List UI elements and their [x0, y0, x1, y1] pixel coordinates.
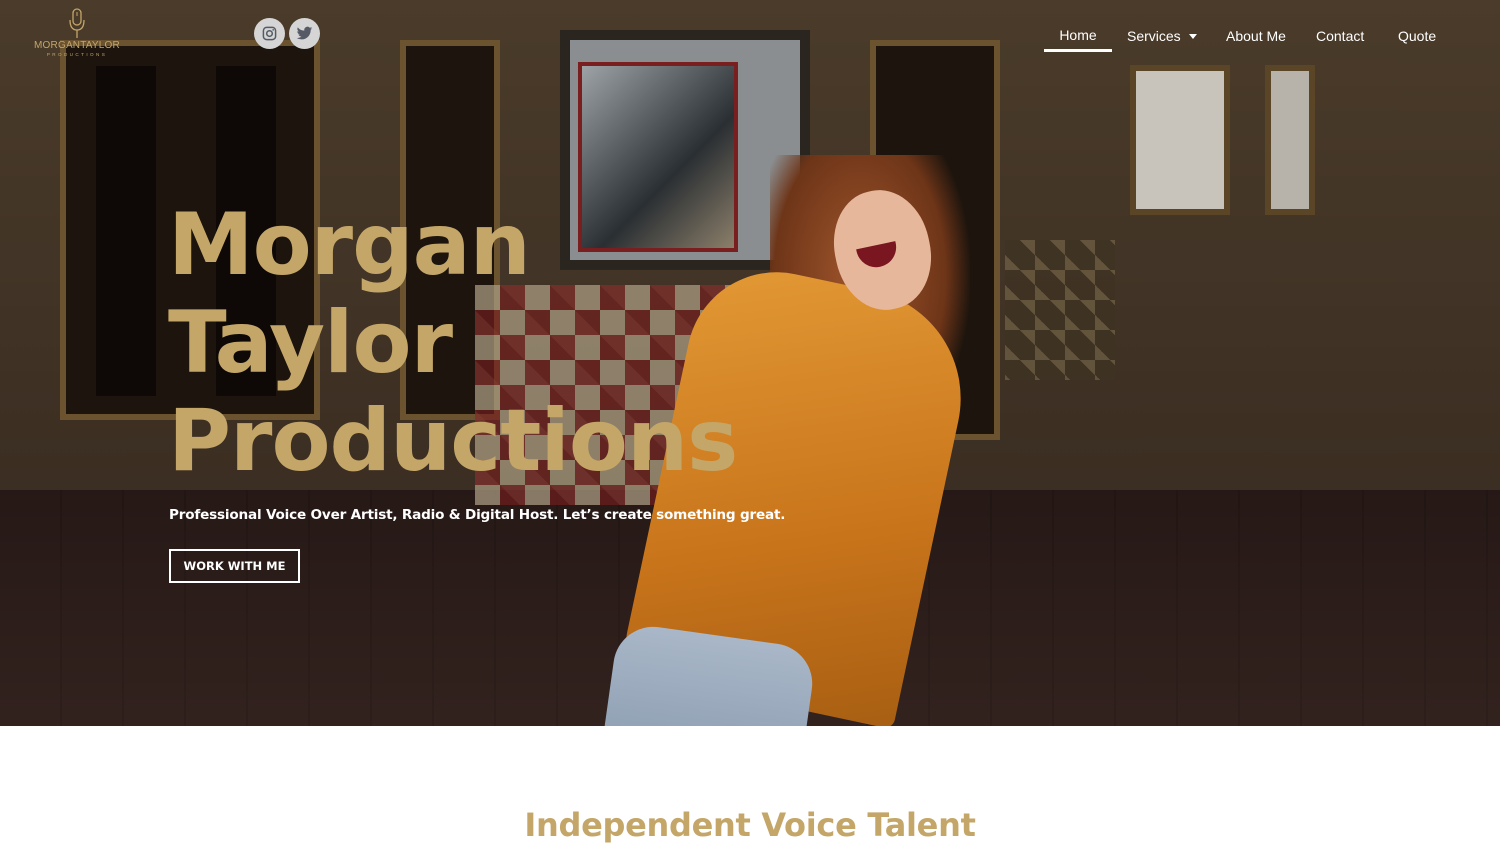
hero-title-line: Productions [168, 391, 738, 491]
nav-services[interactable]: Services [1127, 20, 1197, 52]
background-tiles-right [1005, 240, 1115, 380]
site-logo[interactable]: MORGANTAYLOR PRODUCTIONS [34, 8, 120, 60]
background-window-right [1130, 65, 1230, 215]
hero-tagline: Professional Voice Over Artist, Radio & … [169, 507, 786, 523]
hero-title-line: Taylor [168, 293, 453, 393]
microphone-icon [69, 8, 85, 38]
hero-title: Morgan Taylor Productions [168, 196, 868, 490]
instagram-icon [262, 26, 277, 41]
nav-contact-label: Contact [1316, 28, 1365, 44]
nav-home-label: Home [1059, 26, 1097, 43]
instagram-link[interactable] [254, 18, 285, 49]
nav-about-label: About Me [1226, 28, 1286, 44]
hero-title-line: Morgan [168, 195, 531, 295]
nav-home[interactable]: Home [1044, 20, 1112, 52]
background-window-far-right [1265, 65, 1315, 215]
logo-name: MORGANTAYLOR [34, 40, 120, 51]
twitter-icon [296, 26, 313, 40]
nav-quote-label: Quote [1398, 28, 1437, 44]
nav-contact[interactable]: Contact [1316, 20, 1364, 52]
work-with-me-button[interactable]: WORK WITH ME [169, 549, 300, 583]
twitter-link[interactable] [289, 18, 320, 49]
chevron-down-icon [1188, 33, 1197, 39]
logo-subtitle: PRODUCTIONS [46, 52, 108, 57]
section-title: Independent Voice Talent [524, 806, 976, 844]
nav-services-label: Services [1127, 28, 1181, 44]
nav-about-me[interactable]: About Me [1226, 20, 1286, 52]
nav-quote[interactable]: Quote [1398, 20, 1436, 52]
